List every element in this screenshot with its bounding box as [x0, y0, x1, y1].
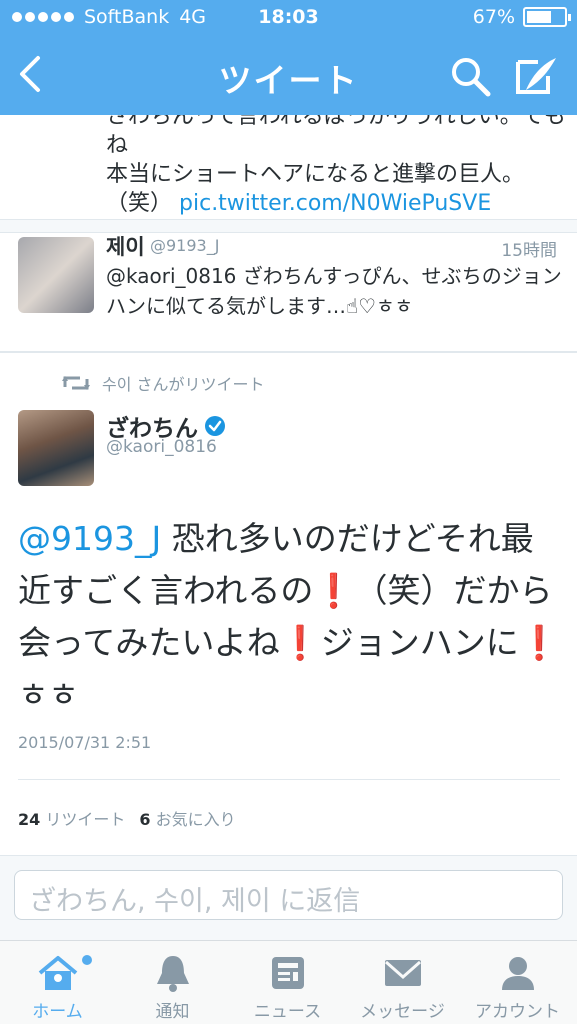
tab-home[interactable]: ホーム: [0, 947, 115, 1024]
compose-icon[interactable]: [512, 54, 562, 98]
nav-bar: ツイート: [0, 40, 577, 110]
tab-label: ニュース: [253, 1002, 322, 1022]
tweet-detail: さわちんって言われるばっかりうれしい。でもね 本当にショートヘアになると進撃の巨…: [0, 115, 577, 940]
tab-label: メッセージ: [360, 1002, 445, 1022]
tab-label: 通知: [155, 1002, 190, 1022]
tab-notifications[interactable]: 通知: [115, 947, 230, 1024]
previous-tweet[interactable]: さわちんって言われるばっかりうれしい。でもね 本当にショートヘアになると進撃の巨…: [0, 115, 577, 219]
exclamation-icon: ❗: [279, 623, 321, 662]
envelope-icon: [384, 960, 421, 986]
divider: [18, 779, 560, 780]
tweet-time: 15時間: [501, 241, 557, 261]
favorite-count[interactable]: 6 お気に入り: [139, 806, 235, 830]
tweet-date: 2015/07/31 2:51: [18, 733, 152, 752]
tab-label: アカウント: [475, 1002, 560, 1022]
news-icon: [271, 957, 304, 989]
avatar[interactable]: [18, 237, 94, 313]
avatar[interactable]: [18, 410, 94, 486]
battery-percent: 67%: [472, 6, 515, 28]
divider: [0, 219, 577, 233]
author-handle: @9193_J: [150, 236, 220, 255]
bell-icon: [156, 956, 189, 992]
exclamation-icon: ❗: [518, 623, 560, 662]
author-name[interactable]: 제이: [106, 231, 145, 261]
tab-label: ホーム: [32, 1002, 83, 1022]
reply-input[interactable]: ざわちん, 수이, 제이 に返信: [14, 870, 563, 920]
verified-badge-icon: [205, 416, 225, 436]
tab-account[interactable]: アカウント: [460, 947, 575, 1024]
divider: [0, 351, 577, 353]
tab-messages[interactable]: メッセージ: [345, 947, 460, 1024]
header-bar: SoftBank 4G 18:03 67% ツイート: [0, 0, 577, 115]
tab-bar: ホーム 通知 ニュース メッセージ アカウント: [0, 940, 577, 1024]
battery-icon: [523, 7, 571, 27]
status-bar: SoftBank 4G 18:03 67%: [0, 6, 577, 32]
retweeted-by[interactable]: 수이 さんがリツイート: [62, 371, 265, 395]
retweeted-by-label: 수이 さんがリツイート: [102, 375, 265, 394]
author-handle: @kaori_0816: [106, 437, 217, 457]
tweet-text: @kaori_0816 ざわちんすっぴん、せぶちのジョンハンに似てる気がします……: [106, 264, 562, 318]
new-content-dot: [82, 955, 92, 965]
retweet-count[interactable]: 24 リツイート: [18, 806, 125, 830]
tab-news[interactable]: ニュース: [230, 947, 345, 1024]
search-icon[interactable]: [448, 54, 494, 98]
exclamation-icon: ❗: [313, 571, 355, 610]
photo-link[interactable]: pic.twitter.com/N0WiePuSVE: [179, 191, 491, 216]
reply-bar: ざわちん, 수이, 제이 に返信: [0, 855, 577, 940]
mention-link[interactable]: @9193_J: [18, 519, 161, 558]
tweet-stats: 24 リツイート 6 お気に入り: [18, 806, 236, 830]
person-icon: [501, 957, 534, 990]
home-icon: [38, 956, 77, 990]
retweet-icon: [62, 376, 90, 390]
tweet-text: @9193_J 恐れ多いのだけどそれ最近すごく言われるの❗（笑）だから会ってみた…: [18, 519, 560, 714]
